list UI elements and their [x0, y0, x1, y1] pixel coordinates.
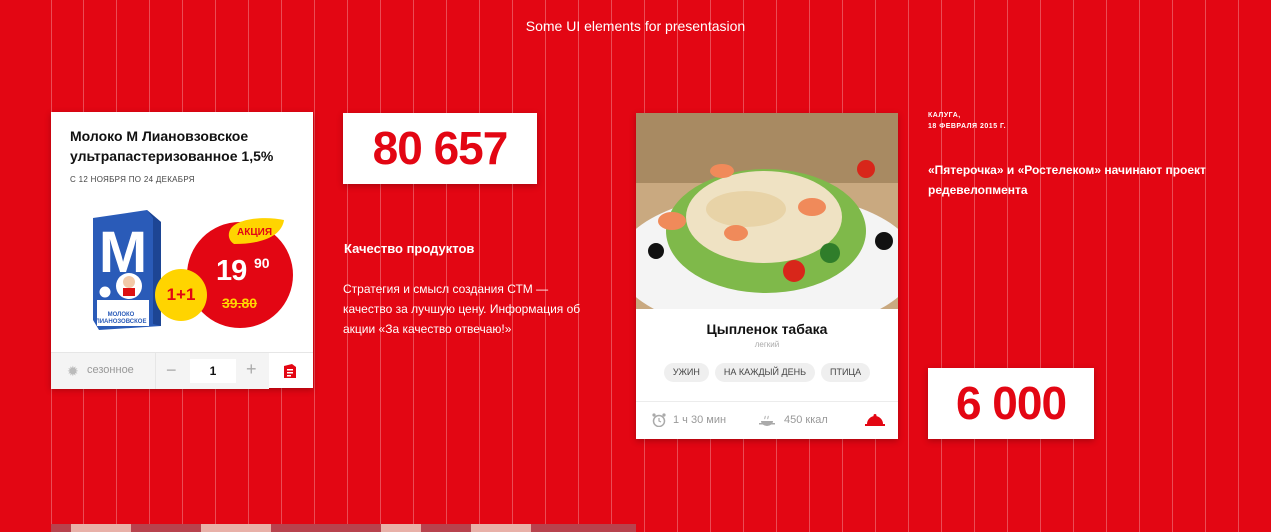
promo-label: АКЦИЯ	[237, 227, 273, 238]
recipe-card-footer: 1 ч 30 мин 450 ккал	[636, 401, 898, 440]
increment-button[interactable]: +	[246, 359, 257, 380]
page-title: Some UI elements for presentasion	[525, 18, 746, 34]
recipe-card[interactable]: Цыпленок табака легкий УЖИН НА КАЖДЫЙ ДЕ…	[636, 113, 898, 439]
recipe-title: Цыпленок табака	[706, 321, 828, 337]
stat-value: 80 657	[372, 122, 509, 174]
cooking-time: 1 ч 30 мин	[673, 414, 727, 426]
decrement-button[interactable]: −	[166, 360, 177, 381]
season-indicator[interactable]: ✹ сезонное	[51, 353, 155, 389]
plate-icon	[759, 415, 775, 426]
promo-dates: С 12 НОЯБРЯ ПО 24 ДЕКАБРЯ	[70, 175, 195, 184]
tag-everyday[interactable]: НА КАЖДЫЙ ДЕНЬ	[714, 363, 815, 382]
product-card[interactable]: Молоко М Лиановзовское ультрапастеризова…	[51, 112, 313, 389]
news-date: 18 ФЕВРАЛЯ 2015 Г.	[928, 123, 1007, 130]
quantity-input[interactable]: 1	[190, 359, 236, 383]
stat-box-bottom: 6 000	[928, 368, 1094, 439]
bottom-image-strip	[51, 524, 636, 532]
one-plus-one-badge: 1+1	[155, 269, 207, 321]
recipe-tags: УЖИН НА КАЖДЫЙ ДЕНЬ ПТИЦА	[636, 363, 898, 382]
sun-icon: ✹	[67, 363, 79, 379]
season-label: сезонное	[87, 364, 134, 376]
calories: 450 ккал	[784, 414, 828, 426]
news-location: КАЛУГА,	[928, 112, 961, 119]
pack-label: МОЛОКО ЛИАНОЗОВСКОЕ	[95, 312, 147, 325]
cloche-icon[interactable]	[865, 413, 885, 427]
tag-poultry[interactable]: ПТИЦА	[821, 363, 871, 382]
quantity-stepper: − 1 +	[155, 353, 269, 389]
quality-text: Стратегия и смысл создания СТМ — качеств…	[343, 282, 581, 336]
news-location-date: КАЛУГА, 18 ФЕВРАЛЯ 2015 Г.	[928, 110, 1006, 132]
stat-value: 6 000	[955, 377, 1067, 429]
product-name: Молоко М Лиановзовское ультрапастеризова…	[70, 128, 274, 164]
product-card-footer: ✹ сезонное − 1 +	[51, 352, 313, 389]
salad-photo	[636, 113, 898, 309]
price-main: 19	[216, 255, 247, 287]
alarm-clock-icon	[652, 413, 666, 427]
recipe-subtitle: легкий	[754, 340, 780, 349]
quality-heading: Качество продуктов	[344, 241, 475, 256]
price-old: 39.80	[222, 295, 258, 311]
tag-dinner[interactable]: УЖИН	[663, 363, 709, 382]
shopping-list-icon[interactable]	[284, 364, 296, 378]
news-headline[interactable]: «Пятерочка» и «Ростелеком» начинают прое…	[928, 160, 1228, 200]
stat-box-top: 80 657	[343, 113, 537, 184]
price-cents: 90	[254, 255, 270, 271]
